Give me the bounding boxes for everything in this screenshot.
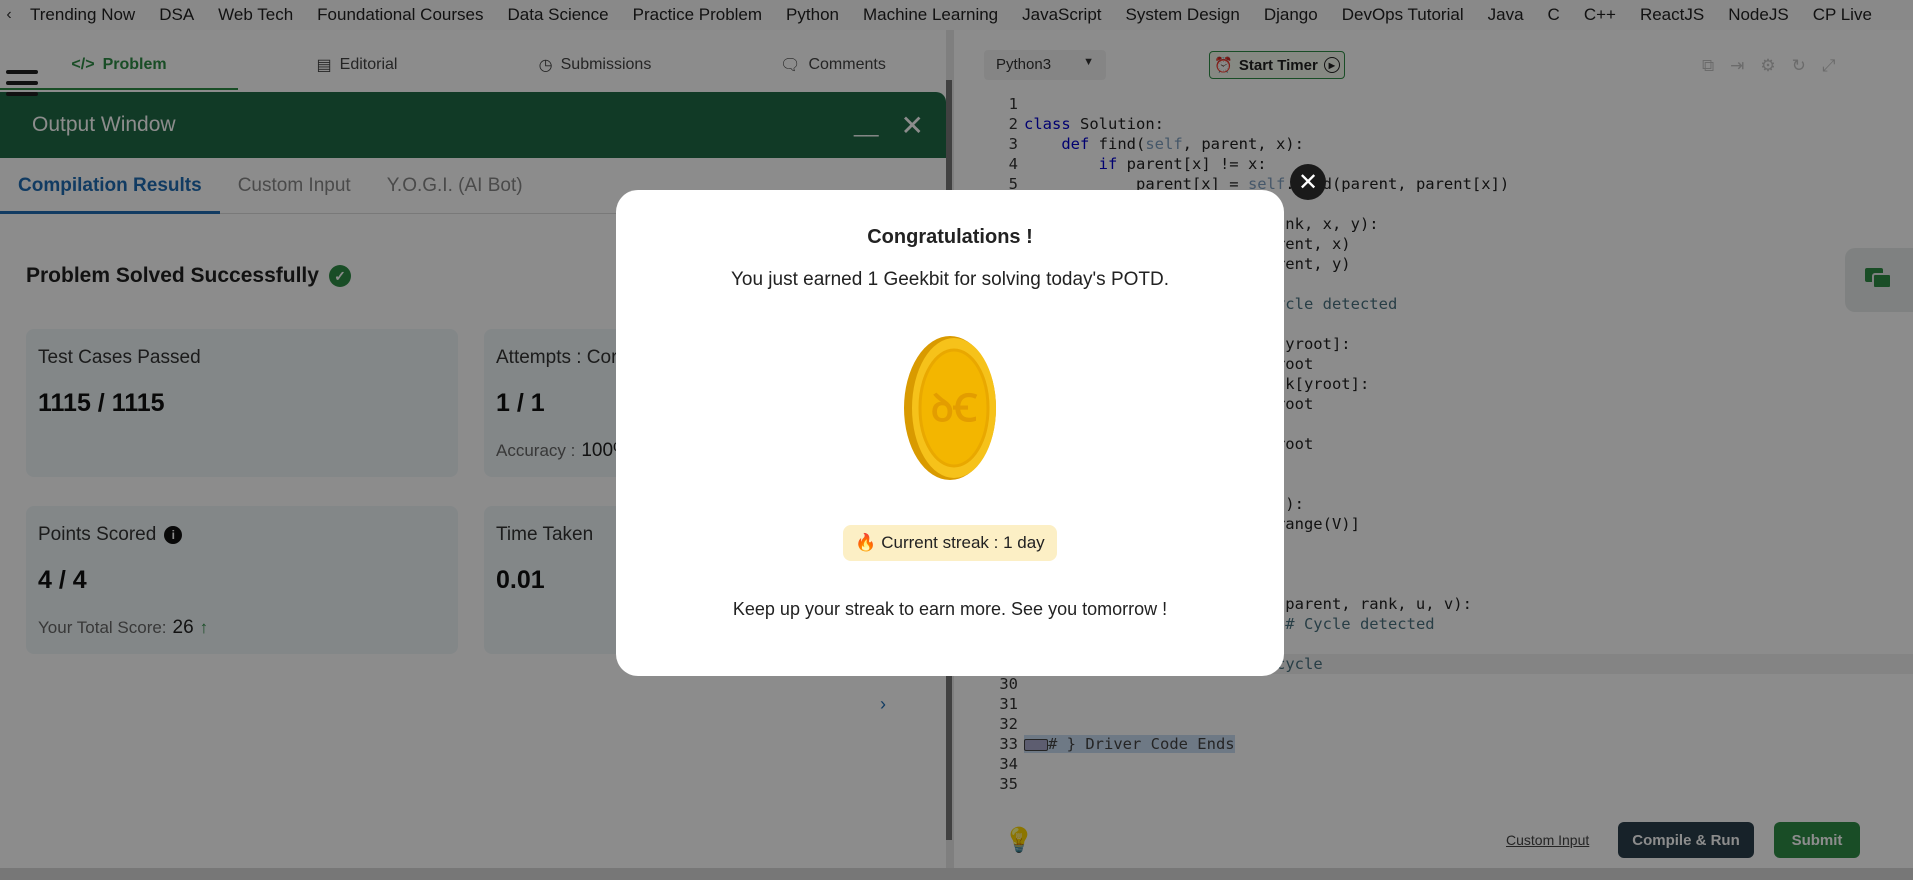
fire-icon: 🔥 <box>855 533 877 552</box>
streak-badge: 🔥 Current streak : 1 day <box>843 525 1057 561</box>
modal-footer-text: Keep up your streak to earn more. See yo… <box>732 599 1168 619</box>
geekbit-coin-icon: ꝺꞒ <box>902 335 998 481</box>
menu-icon[interactable] <box>6 70 38 96</box>
streak-text: Current streak : 1 day <box>881 533 1045 552</box>
svg-text:ꝺꞒ: ꝺꞒ <box>931 386 978 430</box>
modal-title: Congratulations ! <box>867 226 1033 248</box>
congratulations-modal: Congratulations ! You just earned 1 Geek… <box>616 190 1284 676</box>
modal-message: You just earned 1 Geekbit for solving to… <box>730 269 1170 290</box>
modal-close-button[interactable]: ✕ <box>1290 164 1326 200</box>
